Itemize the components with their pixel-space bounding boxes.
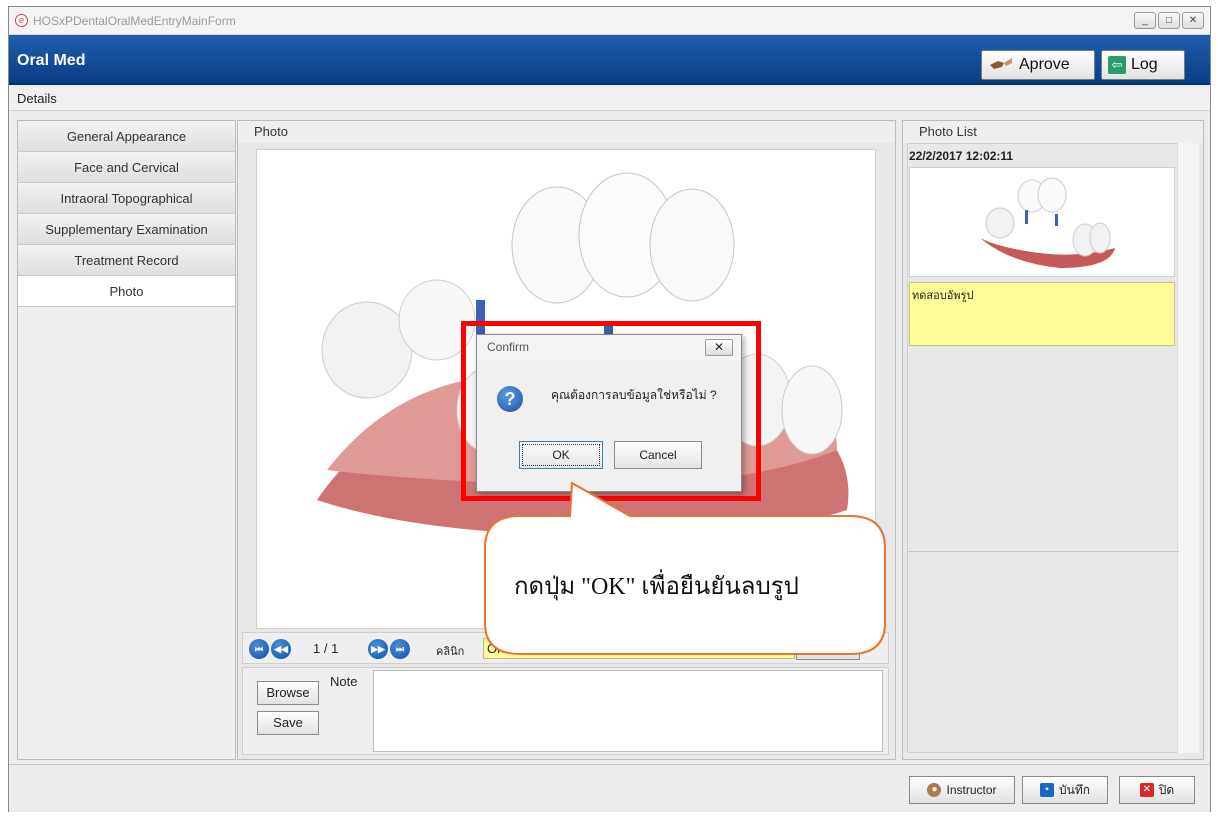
floppy-icon: ▪	[1040, 783, 1054, 797]
photo-list-header: Photo List	[903, 121, 1203, 143]
dialog-message: คุณต้องการลบข้อมูลใช่หรือไม่ ?	[551, 388, 717, 402]
close-label: ปิด	[1158, 782, 1175, 797]
nav-item-general-appearance[interactable]: General Appearance	[18, 121, 235, 152]
save-photo-button[interactable]: Save	[257, 711, 319, 735]
menu-details[interactable]: Details	[17, 91, 57, 106]
note-area: Browse Save Note	[242, 667, 889, 755]
close-window-button[interactable]: ✕	[1182, 12, 1204, 29]
first-page-icon[interactable]: ⏮	[249, 639, 269, 659]
photo-header: Photo	[238, 121, 895, 143]
dialog-close-button[interactable]: ✕	[705, 339, 733, 356]
footer-bar: ● Instructor ▪ บันทึก ✕ ปิด	[9, 764, 1210, 812]
photo-note: ทดสอบอัพรูป	[909, 282, 1175, 346]
log-button[interactable]: ⇦ Log	[1101, 50, 1185, 80]
close-button[interactable]: ✕ ปิด	[1119, 776, 1195, 804]
form-title: Oral Med	[17, 52, 86, 69]
callout-text: กดปุ่ม "OK" เพื่อยืนยันลบรูป	[514, 574, 799, 600]
photo-date: 22/2/2017 12:02:11	[909, 149, 1014, 163]
photo-list-divider	[907, 551, 1179, 552]
nav-item-face-cervical[interactable]: Face and Cervical	[18, 152, 235, 183]
question-icon: ?	[497, 386, 523, 412]
title-bar: e HOSxPDentalOralMedEntryMainForm _ □ ✕	[9, 7, 1210, 35]
close-icon: ✕	[1139, 783, 1154, 797]
form-header: Oral Med Aprove ⇦ Log	[9, 35, 1210, 85]
save-label: บันทึก	[1059, 782, 1090, 797]
ok-button[interactable]: OK	[519, 441, 603, 469]
app-icon: e	[15, 14, 28, 27]
instructor-button[interactable]: ● Instructor	[909, 776, 1015, 804]
log-label: Log	[1131, 56, 1158, 73]
instructor-label: Instructor	[946, 783, 997, 797]
person-icon: ●	[927, 783, 942, 797]
photo-thumbnail[interactable]	[909, 167, 1175, 277]
cancel-button[interactable]: Cancel	[614, 441, 702, 469]
note-label: Note	[330, 674, 358, 689]
next-page-icon[interactable]: ▶▶	[368, 639, 388, 659]
approve-button[interactable]: Aprove	[981, 50, 1095, 80]
nav-item-treatment-record[interactable]: Treatment Record	[18, 245, 235, 276]
window-title: HOSxPDentalOralMedEntryMainForm	[33, 14, 236, 28]
nav-item-intraoral[interactable]: Intraoral Topographical	[18, 183, 235, 214]
last-page-icon[interactable]: ⏭	[390, 639, 410, 659]
browse-button[interactable]: Browse	[257, 681, 319, 705]
nav-item-supplementary[interactable]: Supplementary Examination	[18, 214, 235, 245]
photo-list-scrollbar[interactable]	[1177, 143, 1199, 753]
dialog-title: Confirm	[477, 335, 741, 361]
menu-bar: Details	[9, 87, 1210, 111]
minimize-button[interactable]: _	[1134, 12, 1156, 29]
photo-list-panel: Photo List 22/2/2017 12:02:11 ทดสอบอัพรู…	[902, 120, 1204, 760]
section-nav: General Appearance Face and Cervical Int…	[17, 120, 236, 760]
maximize-button[interactable]: □	[1158, 12, 1180, 29]
confirm-dialog: Confirm ✕ ? คุณต้องการลบข้อมูลใช่หรือไม่…	[476, 334, 742, 492]
nav-item-photo[interactable]: Photo	[18, 276, 235, 307]
log-icon: ⇦	[1108, 56, 1126, 74]
clinic-label: คลินิก	[436, 646, 465, 658]
photo-note-text: ทดสอบอัพรูป	[912, 290, 974, 302]
approve-icon	[988, 55, 1014, 76]
note-input[interactable]	[373, 670, 883, 752]
prev-page-icon[interactable]: ◀◀	[271, 639, 291, 659]
page-indicator: 1 / 1	[313, 641, 339, 656]
approve-label: Aprove	[1019, 56, 1070, 73]
save-button[interactable]: ▪ บันทึก	[1022, 776, 1108, 804]
